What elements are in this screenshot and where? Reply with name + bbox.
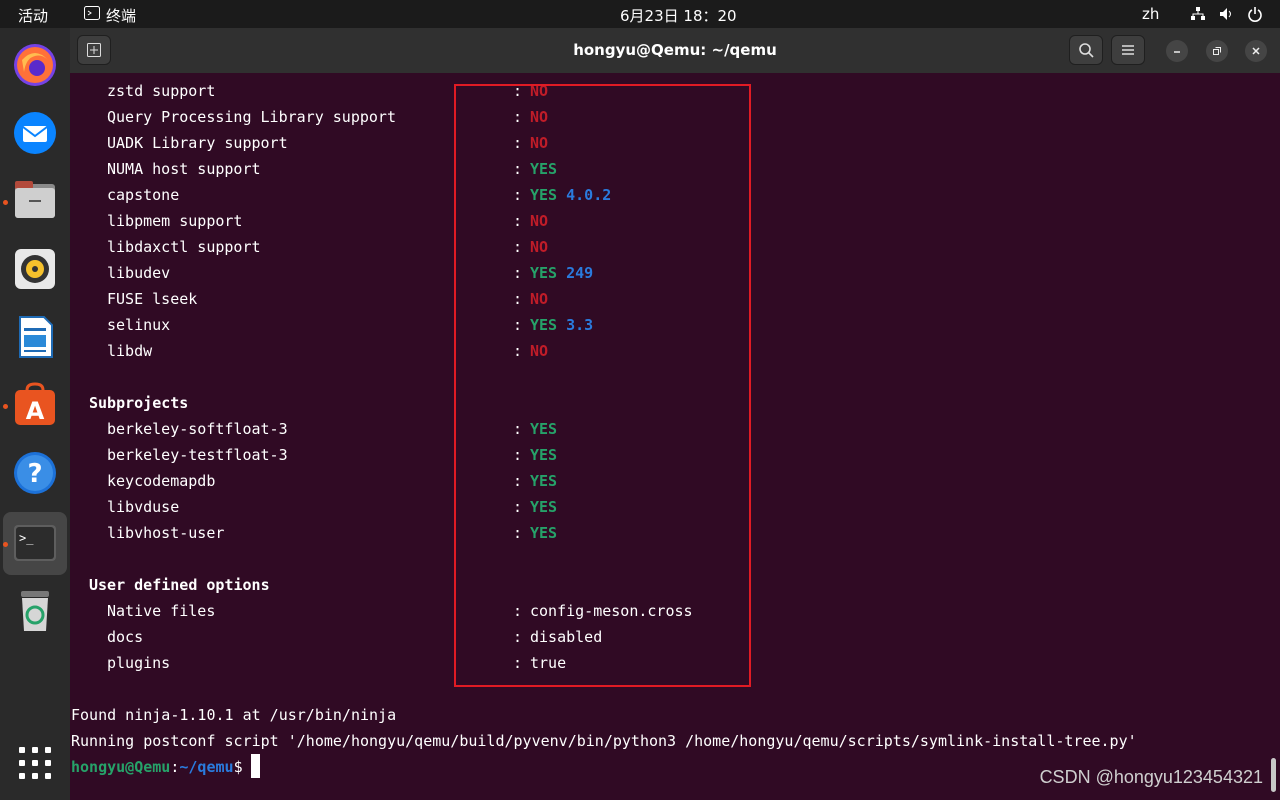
software-center-icon[interactable]: A <box>10 380 60 430</box>
top-bar: 活动 终端 6月23日 18：20 zh <box>0 0 1280 28</box>
row-label: plugins <box>107 654 171 672</box>
help-icon[interactable]: ? <box>10 448 60 498</box>
files-icon[interactable] <box>10 176 60 226</box>
text-cursor <box>251 754 260 778</box>
svg-text:>_: >_ <box>19 531 34 545</box>
row-label: NUMA host support <box>107 160 261 178</box>
row-label: libpmem support <box>107 212 243 230</box>
section-heading: Subprojects <box>89 394 189 412</box>
row-label: capstone <box>107 186 180 204</box>
highlight-box <box>454 84 751 687</box>
terminal-app-icon <box>84 6 100 24</box>
shell-prompt[interactable]: hongyu@Qemu:~/qemu$ <box>71 754 243 780</box>
hamburger-icon <box>1122 45 1134 55</box>
search-button[interactable] <box>1069 35 1103 65</box>
prompt-symbol: $ <box>233 758 243 776</box>
firefox-icon[interactable] <box>10 40 60 90</box>
rhythmbox-icon[interactable] <box>10 244 60 294</box>
row-label: docs <box>107 628 144 646</box>
show-apps-icon[interactable] <box>10 738 60 788</box>
maximize-button[interactable] <box>1206 40 1228 62</box>
writer-icon[interactable] <box>10 312 60 362</box>
watermark: CSDN @hongyu123454321 <box>1039 767 1263 787</box>
row-label: zstd support <box>107 82 216 100</box>
row-label: FUSE lseek <box>107 290 198 308</box>
input-method-indicator[interactable]: zh <box>1142 5 1159 23</box>
activities-button[interactable]: 活动 <box>18 5 48 26</box>
app-menu-label[interactable]: 终端 <box>106 5 136 26</box>
row-label: libvduse <box>107 498 180 516</box>
scrollbar[interactable] <box>1271 758 1276 792</box>
thunderbird-icon[interactable] <box>10 108 60 158</box>
row-label: Query Processing Library support <box>107 108 396 126</box>
row-label: libdw <box>107 342 153 360</box>
section-heading: User defined options <box>89 576 270 594</box>
clock[interactable]: 6月23日 18：20 <box>620 5 737 26</box>
terminal-output[interactable]: zstd support: NO Query Processing Library … <box>70 73 1280 800</box>
dock: A ? >_ <box>0 28 70 800</box>
row-label: selinux <box>107 316 171 334</box>
row-label: berkeley-testfloat-3 <box>107 446 288 464</box>
row-label: keycodemapdb <box>107 472 216 490</box>
prompt-path: ~/qemu <box>179 758 234 776</box>
svg-text:A: A <box>26 397 45 425</box>
row-label: berkeley-softfloat-3 <box>107 420 288 438</box>
row-label: libudev <box>107 264 171 282</box>
close-icon <box>1252 47 1260 55</box>
prompt-user: hongyu@Qemu <box>71 758 171 776</box>
postconf-line: Running postconf script '/home/hongyu/qe… <box>71 732 1137 750</box>
minimize-button[interactable] <box>1166 40 1188 62</box>
row-label: libdaxctl support <box>107 238 261 256</box>
close-button[interactable] <box>1245 40 1267 62</box>
search-icon <box>1079 43 1094 58</box>
terminal-headerbar: hongyu@Qemu: ~/qemu <box>70 28 1280 73</box>
power-icon[interactable] <box>1247 6 1263 26</box>
restore-icon <box>1213 47 1221 55</box>
network-icon[interactable] <box>1190 6 1206 26</box>
found-ninja-line: Found ninja-1.10.1 at /usr/bin/ninja <box>71 706 397 724</box>
trash-icon[interactable] <box>10 586 60 636</box>
row-label: Native files <box>107 602 216 620</box>
terminal-icon[interactable]: >_ <box>10 518 60 568</box>
volume-icon[interactable] <box>1219 6 1235 26</box>
minimize-icon <box>1174 51 1180 53</box>
row-label: UADK Library support <box>107 134 288 152</box>
svg-text:?: ? <box>27 459 42 489</box>
row-label: libvhost-user <box>107 524 225 542</box>
menu-button[interactable] <box>1111 35 1145 65</box>
